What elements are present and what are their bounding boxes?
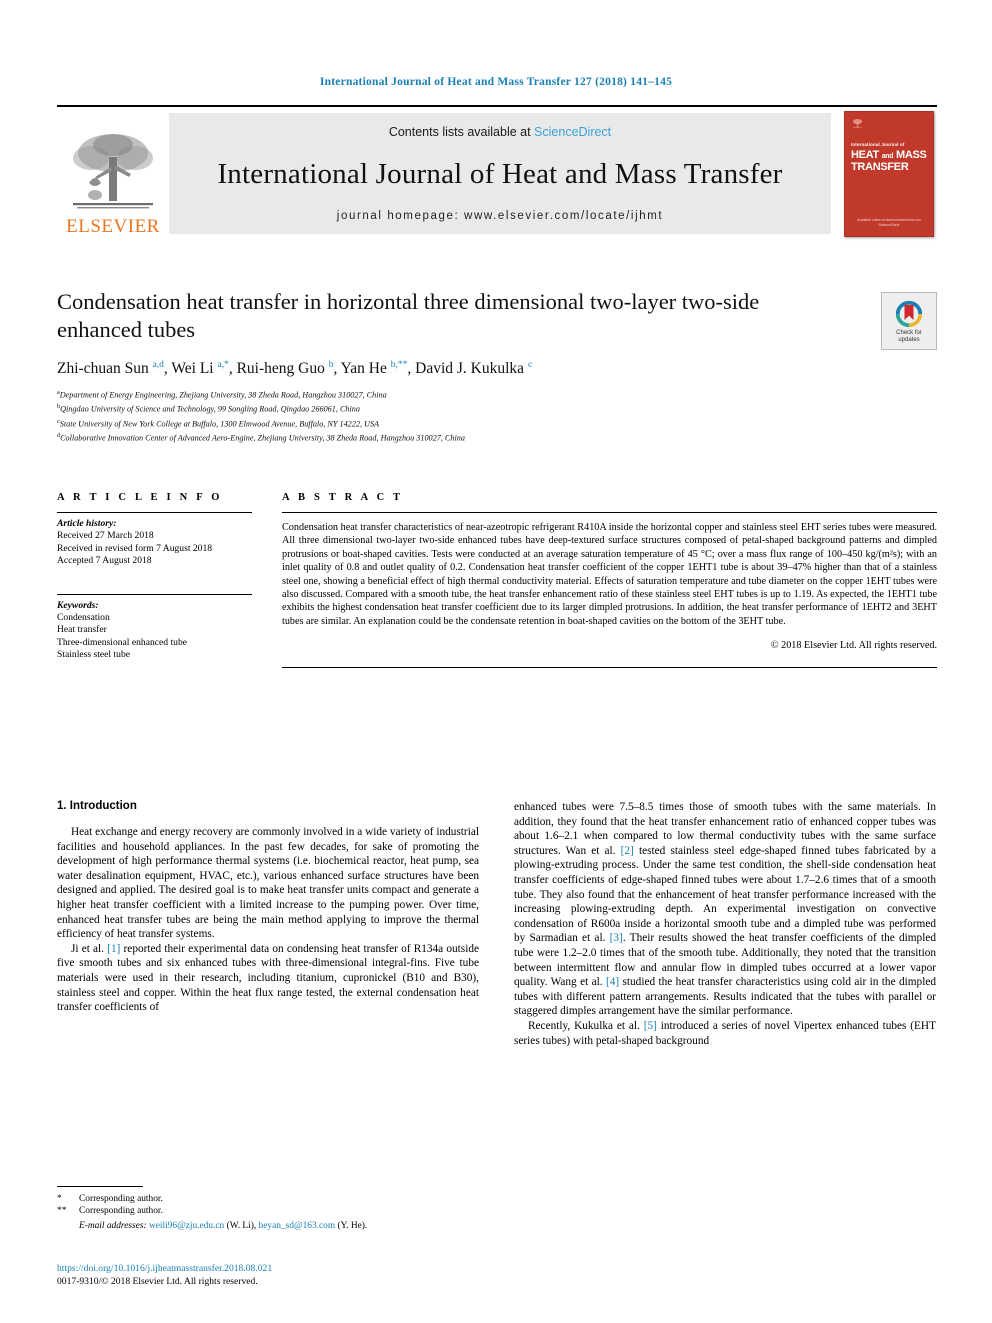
footnote-rule [57,1186,143,1187]
cover-elsevier-icon [852,118,863,128]
affiliation-a: aDepartment of Energy Engineering, Zheji… [57,387,937,401]
journal-cover-thumbnail: International Journal of HEAT and MASS T… [841,107,937,240]
paragraph-right-1: enhanced tubes were 7.5–8.5 times those … [514,801,936,1018]
footnote-mark-1: * [57,1194,62,1204]
cover-art: International Journal of HEAT and MASS T… [844,110,934,237]
author-list: Zhi-chuan Sun a,d, Wei Li a,*, Rui-heng … [57,360,533,378]
keyword-2: Three-dimensional enhanced tube [57,636,187,648]
paragraph-right-2: Recently, Kukulka et al. [5] introduced … [514,1019,936,1047]
contents-prefix: Contents lists available at [388,125,535,139]
footnote-corresponding-1: * Corresponding author. [57,1193,479,1205]
affiliation-d: dCollaborative Innovation Center of Adva… [57,430,937,444]
article-history-group: Article history: Received 27 March 2018 … [57,513,252,568]
crossmark-label: Check for updates [896,330,922,344]
journal-title: International Journal of Heat and Mass T… [217,158,783,190]
article-history-2: Accepted 7 August 2018 [57,555,152,567]
footnote-text-1: Corresponding author. [79,1194,163,1204]
abstract-column: A B S T R A C T Condensation heat transf… [282,492,937,669]
affiliation-d-text: Collaborative Innovation Center of Advan… [60,433,465,443]
abstract-rule-bottom [282,667,937,669]
citation-ref[interactable]: [2] [621,845,634,857]
footnote-corresponding-2: ** Corresponding author. [57,1205,479,1217]
article-info-column: A R T I C L E I N F O Article history: R… [57,492,282,668]
crossmark-badge[interactable]: Check for updates [881,292,937,350]
journal-masthead: ELSEVIER Contents lists available at Sci… [57,105,937,240]
info-abstract-row: A R T I C L E I N F O Article history: R… [57,492,937,669]
footnote-text-2: Corresponding author. [79,1206,163,1217]
crossmark-label-line1: Check for [896,329,922,336]
keyword-3: Stainless steel tube [57,649,131,661]
affiliation-c-text: State University of New York College at … [59,419,380,429]
cover-title-heat: HEAT [851,148,879,161]
abstract-copyright: © 2018 Elsevier Ltd. All rights reserved… [770,640,937,652]
affiliation-a-text: Department of Energy Engineering, Zhejia… [59,390,387,400]
email-who-1: (W. Li) [226,1220,254,1231]
cover-footer-b: ScienceDirect [878,222,900,227]
crossmark-label-line2: updates [898,336,920,343]
email-who-2: (Y. He). [337,1220,368,1231]
crossmark-icon [895,300,923,327]
body-column-right: enhanced tubes were 7.5–8.5 times those … [514,800,936,1048]
title-block: Check for updates Condensation heat tran… [57,288,937,444]
body-columns: 1. Introduction Heat exchange and energy… [57,800,937,1048]
keywords-label: Keywords: [57,599,99,611]
cover-title-and: and [881,152,894,160]
paragraph-left-1: Heat exchange and energy recovery are co… [57,826,479,941]
affiliation-c: cState University of New York College at… [57,416,937,430]
cover-title-transfer: TRANSFER [851,161,909,173]
article-history-0: Received 27 March 2018 [57,530,154,542]
cover-footer: Available online at www.sciencedirect.co… [851,218,927,228]
article-history-1: Received in revised form 7 August 2018 [57,542,213,554]
abstract-text: Condensation heat transfer characteristi… [282,522,937,627]
doi-block: https://doi.org/10.1016/j.ijheatmasstran… [57,1262,479,1288]
contents-available-line: Contents lists available at ScienceDirec… [389,125,611,139]
article-history-label: Article history: [57,518,117,529]
citation-ref[interactable]: [4] [606,976,619,988]
issn-copyright: 0017-9310/© 2018 Elsevier Ltd. All right… [57,1276,258,1287]
citation-ref[interactable]: [1] [107,943,120,955]
page-title: Condensation heat transfer in horizontal… [57,289,760,342]
paper-page: International Journal of Heat and Mass T… [0,0,992,1323]
sciencedirect-link[interactable]: ScienceDirect [534,125,611,139]
footnote-block: * Corresponding author. ** Corresponding a… [57,1186,479,1232]
footnote-mark-2: ** [57,1206,67,1217]
cover-footer-a: Available online at www.sciencedirect.co… [857,217,921,222]
cover-title-mass: MASS [896,148,927,161]
elsevier-wordmark: ELSEVIER [66,216,160,237]
paragraph-left-2: Ji et al. [1] reported their experimenta… [57,942,479,1014]
affiliation-b-text: Qingdao University of Science and Techno… [60,405,360,415]
doi-link[interactable]: https://doi.org/10.1016/j.ijheatmasstran… [57,1262,479,1275]
keyword-1: Heat transfer [57,624,107,636]
affiliation-b: bQingdao University of Science and Techn… [57,401,937,415]
email-link-1[interactable]: weili96@zju.edu.cn [149,1221,224,1231]
footnote-emails: E-mail addresses: weili96@zju.edu.cn (W.… [79,1220,368,1231]
cover-title: HEAT and MASS TRANSFER [851,148,929,174]
journal-homepage[interactable]: journal homepage: www.elsevier.com/locat… [337,210,663,222]
section-heading-introduction: 1. Introduction [57,800,137,812]
article-info-heading: A R T I C L E I N F O [57,492,223,503]
cover-subtitle: International Journal of [851,141,905,147]
email-label: E-mail addresses: [79,1220,147,1231]
running-head: International Journal of Heat and Mass T… [319,76,673,88]
abstract-heading: A B S T R A C T [282,492,404,503]
affiliation-list: aDepartment of Energy Engineering, Zheji… [57,387,937,444]
elsevier-logo: ELSEVIER [57,107,169,240]
elsevier-tree-icon [73,134,153,209]
keyword-0: Condensation [57,612,110,624]
citation-ref[interactable]: [3] [610,932,623,944]
email-link-2[interactable]: heyan_sd@163.com [259,1221,336,1231]
keywords-group: Keywords: Condensation Heat transfer Thr… [57,595,252,662]
masthead-center: Contents lists available at ScienceDirec… [169,113,831,234]
body-column-left: 1. Introduction Heat exchange and energy… [57,800,479,1048]
citation-ref[interactable]: [5] [644,1020,657,1032]
